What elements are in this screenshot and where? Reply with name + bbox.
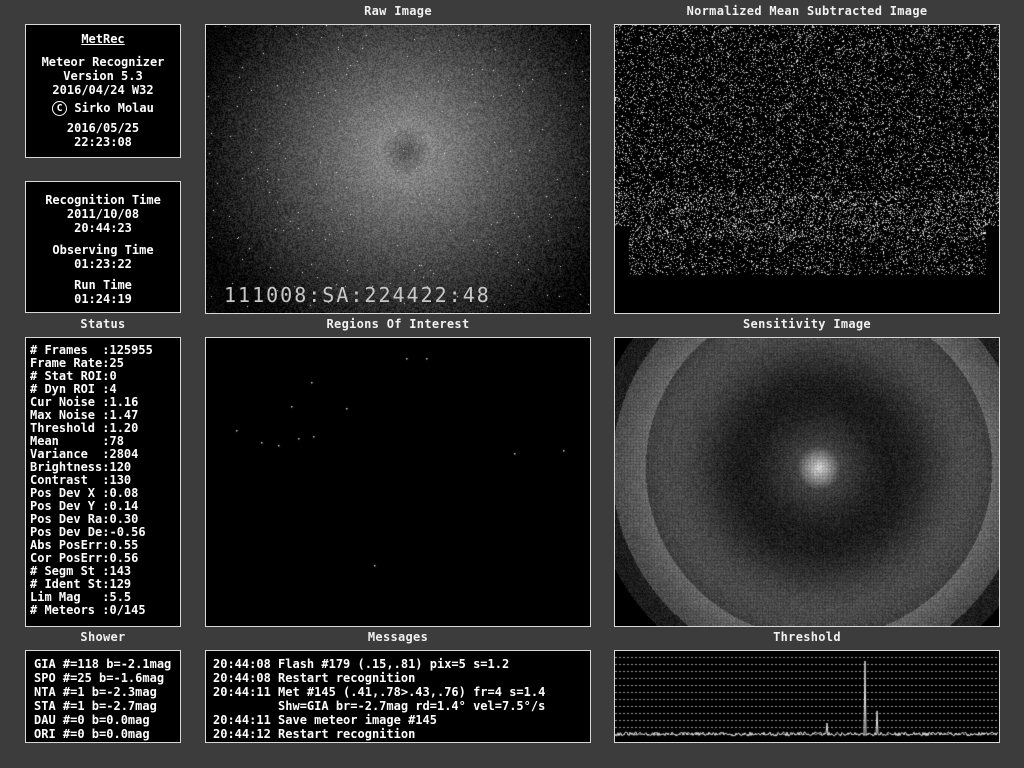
sensitivity-image: [615, 338, 999, 626]
message-row: Shw=GIA br=-2.7mag rd=1.4° vel=7.5°/s: [213, 699, 546, 713]
shower-title: Shower: [80, 630, 126, 644]
status-label: Pos Dev Y: [30, 499, 103, 513]
status-label: Frame Rate: [30, 356, 103, 370]
message-row: 20:44:12 Restart recognition: [213, 727, 416, 741]
shower-panel: GIA #=118 b=-2.1mag SPO #=25 b=-1.6mag NTA…: [25, 650, 181, 743]
author-name: Sirko Molau: [74, 101, 154, 115]
status-label: Max Noise: [30, 408, 103, 422]
status-label: Lim Mag: [30, 590, 103, 604]
shower-list: GIA #=118 b=-2.1mag SPO #=25 b=-1.6mag NTA…: [34, 657, 180, 741]
status-label: # Ident St: [30, 577, 103, 591]
status-value: 0.55: [109, 538, 139, 552]
shower-row: GIA #=118 b=-2.1mag: [34, 657, 172, 671]
status-value: 0/145: [109, 603, 146, 617]
shower-row: ORI #=0 b=0.0mag: [34, 727, 150, 741]
normalized-image: [615, 25, 999, 313]
shower-row: NTA #=1 b=-2.3mag: [34, 685, 157, 699]
recognition-time-label: Recognition Time: [45, 193, 161, 207]
roi-image: [206, 338, 590, 626]
status-label: Brightness: [30, 460, 103, 474]
shower-row: STA #=1 b=-2.7mag: [34, 699, 157, 713]
app-build: 2016/04/24 W32: [52, 83, 154, 97]
status-value: 0.30: [109, 512, 139, 526]
status-panel: # Frames :125955 Frame Rate:25 # Stat ROI:…: [25, 337, 181, 627]
threshold-panel: [614, 650, 1000, 743]
status-title: Status: [80, 317, 126, 331]
message-row: 20:44:08 Flash #179 (.15,.81) pix=5 s=1.…: [213, 657, 510, 671]
app-name: MetRec: [81, 32, 125, 46]
app-info-panel: MetRec Meteor Recognizer Version 5.3 201…: [25, 24, 181, 158]
status-value: 0.56: [109, 551, 139, 565]
message-row: 20:44:11 Met #145 (.41,.78>.43,.76) fr=4…: [213, 685, 546, 699]
status-value: 78: [109, 434, 124, 448]
shower-row: SPO #=25 b=-1.6mag: [34, 671, 165, 685]
recognition-date: 2011/10/08: [66, 207, 140, 221]
sensitivity-title: Sensitivity Image: [743, 317, 871, 331]
status-value: -0.56: [109, 525, 146, 539]
app-version: Version 5.3: [63, 69, 143, 83]
status-value: 2804: [109, 447, 139, 461]
sensitivity-panel: [614, 337, 1000, 627]
copyright-icon: C: [52, 101, 68, 116]
status-label: # Frames: [30, 343, 103, 357]
status-label: Abs PosErr: [30, 538, 103, 552]
run-time: 01:24:19: [74, 292, 132, 306]
status-label: Cur Noise: [30, 395, 103, 409]
status-value: 4: [109, 382, 117, 396]
status-label: Pos Dev De: [30, 525, 103, 539]
timing-panel: Recognition Time 2011/10/08 20:44:23 Obs…: [25, 181, 181, 313]
messages-list: 20:44:08 Flash #179 (.15,.81) pix=5 s=1.…: [213, 657, 590, 741]
status-value: 130: [109, 473, 132, 487]
shower-row: DAU #=0 b=0.0mag: [34, 713, 150, 727]
status-value: 0.08: [109, 486, 139, 500]
raw-image: [206, 25, 590, 313]
status-label: Mean: [30, 434, 103, 448]
run-time-label: Run Time: [74, 278, 132, 292]
observing-time: 01:23:22: [74, 257, 132, 271]
status-label: Contrast: [30, 473, 103, 487]
message-row: 20:44:11 Save meteor image #145: [213, 713, 437, 727]
status-value: 0.14: [109, 499, 139, 513]
status-value: 1.16: [109, 395, 139, 409]
status-list: # Frames :125955 Frame Rate:25 # Stat ROI:…: [30, 344, 180, 617]
status-row: # Meteors :0/145: [30, 604, 180, 617]
status-label: Variance: [30, 447, 103, 461]
recognition-time: 20:44:23: [74, 221, 132, 235]
status-value: 1.20: [109, 421, 139, 435]
threshold-title: Threshold: [773, 630, 841, 644]
status-value: 125955: [109, 343, 153, 357]
app-date: 2016/05/25: [66, 121, 140, 135]
status-label: Threshold: [30, 421, 103, 435]
status-value: 0: [109, 369, 117, 383]
threshold-plot: [615, 651, 999, 742]
status-value: 5.5: [109, 590, 132, 604]
app-time: 22:23:08: [74, 135, 132, 149]
app-line1: Meteor Recognizer: [41, 55, 165, 69]
raw-image-title: Raw Image: [364, 4, 432, 18]
normalized-image-panel: [614, 24, 1000, 314]
status-value: 120: [109, 460, 132, 474]
status-label: # Segm St: [30, 564, 103, 578]
status-label: # Meteors: [30, 603, 103, 617]
message-row: 20:44:08 Restart recognition: [213, 671, 416, 685]
messages-panel: 20:44:08 Flash #179 (.15,.81) pix=5 s=1.…: [205, 650, 591, 743]
status-label: Pos Dev X: [30, 486, 103, 500]
roi-panel: [205, 337, 591, 627]
status-label: Pos Dev Ra: [30, 512, 103, 526]
messages-title: Messages: [367, 630, 429, 644]
roi-title: Regions Of Interest: [326, 317, 470, 331]
status-value: 143: [109, 564, 132, 578]
video-timestamp: 111008:SA:224422:48: [224, 283, 491, 307]
normalized-image-title: Normalized Mean Subtracted Image: [686, 4, 928, 18]
raw-image-panel: 111008:SA:224422:48: [205, 24, 591, 314]
status-value: 1.47: [109, 408, 139, 422]
status-label: Cor PosErr: [30, 551, 103, 565]
status-label: # Stat ROI: [30, 369, 103, 383]
app-author: C Sirko Molau: [26, 101, 180, 116]
status-value: 129: [109, 577, 132, 591]
status-value: 25: [109, 356, 124, 370]
observing-time-label: Observing Time: [52, 243, 154, 257]
status-label: # Dyn ROI: [30, 382, 103, 396]
